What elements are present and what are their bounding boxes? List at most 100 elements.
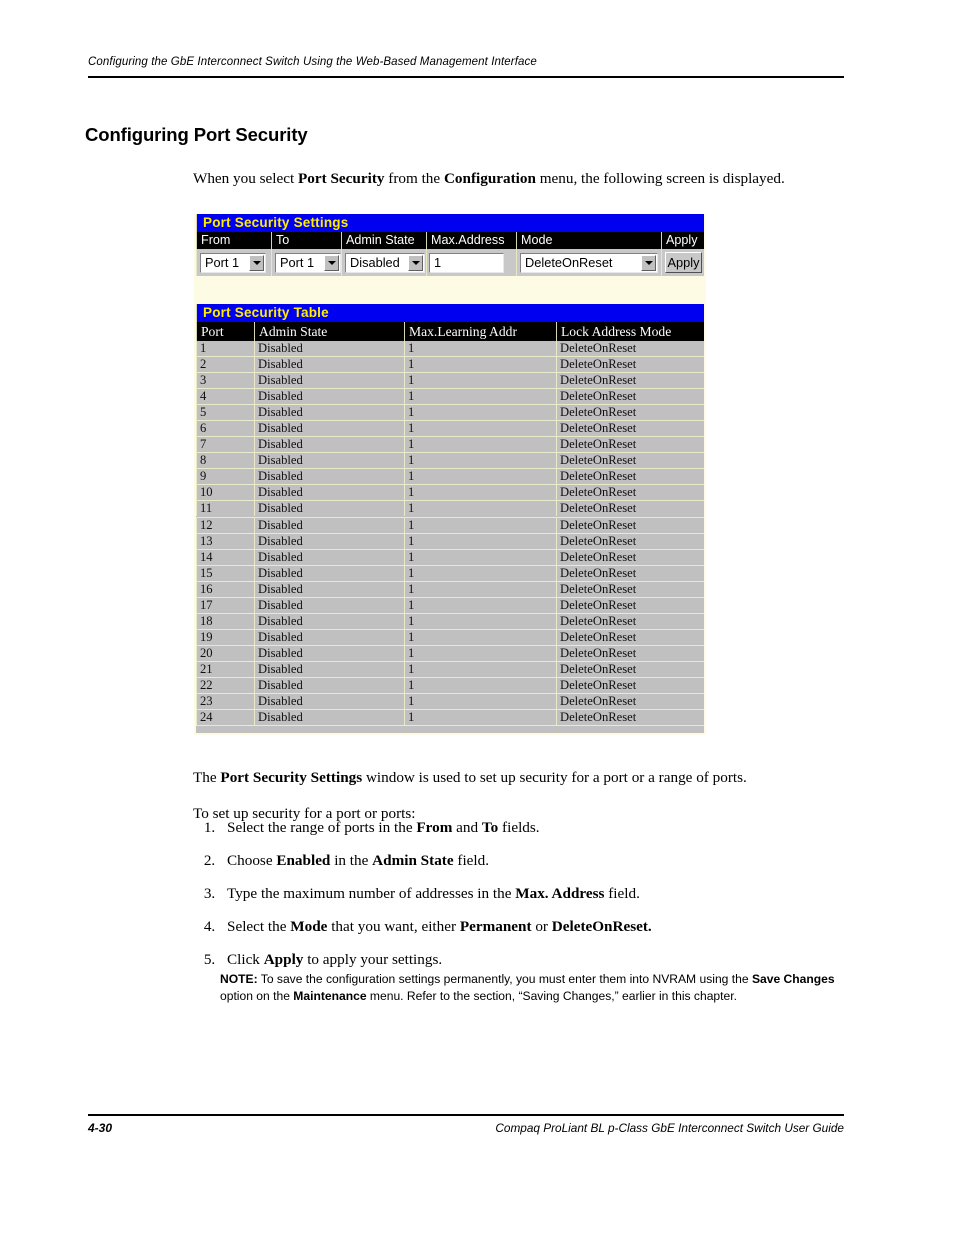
row-max-learning-addr: 1 xyxy=(404,565,556,581)
row-admin-state: Disabled xyxy=(254,501,404,517)
table-row: 22 Disabled 1 DeleteOnReset xyxy=(196,677,704,695)
table-body: 1 Disabled 1 DeleteOnReset 2 Disabled 1 DeleteO… xyxy=(196,341,704,727)
step-2-text-1: Choose xyxy=(227,852,277,869)
step-2-text-2: in the xyxy=(330,852,373,869)
settings-control-row: Port 1 Port 1 Disabled 1 DeleteOnReset A… xyxy=(196,249,704,276)
chevron-down-icon[interactable] xyxy=(408,254,423,271)
max-address-cell: 1 xyxy=(426,249,516,276)
note-text-3: menu. Refer to the section, “Saving Chan… xyxy=(366,988,737,1003)
mode-cell: DeleteOnReset xyxy=(516,249,661,276)
step-item: Click Apply to apply your settings. xyxy=(219,950,879,969)
intro-text-3: menu, the following screen is displayed. xyxy=(535,170,785,188)
settings-header-apply: Apply xyxy=(661,232,704,249)
row-max-learning-addr: 1 xyxy=(404,517,556,533)
row-admin-state: Disabled xyxy=(254,485,404,501)
table-row: 10 Disabled 1 DeleteOnReset xyxy=(196,485,704,502)
table-row: 16 Disabled 1 DeleteOnReset xyxy=(196,581,704,598)
row-admin-state: Disabled xyxy=(254,677,404,693)
settings-header-to: To xyxy=(271,232,341,249)
row-max-learning-addr: 1 xyxy=(404,694,556,710)
row-port: 22 xyxy=(196,677,254,693)
step-item: Select the range of ports in the From an… xyxy=(219,818,879,837)
note-bold-maintenance: Maintenance xyxy=(293,988,367,1003)
row-lock-address-mode: DeleteOnReset xyxy=(556,565,704,581)
table-row: 19 Disabled 1 DeleteOnReset xyxy=(196,629,704,646)
chevron-down-icon[interactable] xyxy=(324,254,339,271)
row-port: 1 xyxy=(196,341,254,356)
row-max-learning-addr: 1 xyxy=(404,581,556,597)
row-max-learning-addr: 1 xyxy=(404,661,556,677)
to-cell: Port 1 xyxy=(271,249,341,276)
row-max-learning-addr: 1 xyxy=(404,710,556,726)
row-lock-address-mode: DeleteOnReset xyxy=(556,405,704,421)
mode-select[interactable]: DeleteOnReset xyxy=(520,252,658,273)
row-max-learning-addr: 1 xyxy=(404,597,556,613)
row-port: 12 xyxy=(196,517,254,533)
table-row: 4 Disabled 1 DeleteOnReset xyxy=(196,389,704,406)
row-lock-address-mode: DeleteOnReset xyxy=(556,661,704,677)
admin-state-select[interactable]: Disabled xyxy=(345,252,425,273)
row-max-learning-addr: 1 xyxy=(404,469,556,485)
intro-text-2: from the xyxy=(384,170,444,188)
table-row: 7 Disabled 1 DeleteOnReset xyxy=(196,437,704,454)
row-admin-state: Disabled xyxy=(254,710,404,726)
footer-rule xyxy=(88,1114,844,1116)
row-max-learning-addr: 1 xyxy=(404,453,556,469)
table-row: 17 Disabled 1 DeleteOnReset xyxy=(196,597,704,614)
table-header-admin-state: Admin State xyxy=(254,322,404,341)
row-port: 9 xyxy=(196,469,254,485)
table-row: 20 Disabled 1 DeleteOnReset xyxy=(196,645,704,662)
table-row: 18 Disabled 1 DeleteOnReset xyxy=(196,613,704,630)
row-max-learning-addr: 1 xyxy=(404,373,556,389)
row-port: 6 xyxy=(196,421,254,437)
chevron-down-icon[interactable] xyxy=(249,254,264,271)
row-lock-address-mode: DeleteOnReset xyxy=(556,421,704,437)
table-row: 14 Disabled 1 DeleteOnReset xyxy=(196,549,704,566)
para1-text-1: The xyxy=(193,769,221,787)
apply-cell: Apply xyxy=(661,249,704,276)
row-lock-address-mode: DeleteOnReset xyxy=(556,485,704,501)
row-port: 14 xyxy=(196,549,254,565)
row-port: 20 xyxy=(196,645,254,661)
chevron-down-icon[interactable] xyxy=(641,254,656,271)
row-port: 15 xyxy=(196,565,254,581)
step-2-bold-1: Enabled xyxy=(276,852,331,869)
step-4-bold-1: Mode xyxy=(290,918,328,935)
row-lock-address-mode: DeleteOnReset xyxy=(556,533,704,549)
row-admin-state: Disabled xyxy=(254,645,404,661)
step-4-text-3: or xyxy=(531,918,552,935)
settings-header-from: From xyxy=(196,232,271,249)
row-admin-state: Disabled xyxy=(254,581,404,597)
from-select-value: Port 1 xyxy=(205,255,240,270)
settings-title-bar: Port Security Settings xyxy=(196,214,704,232)
step-4-text-1: Select the xyxy=(227,918,291,935)
row-admin-state: Disabled xyxy=(254,341,404,356)
max-address-input[interactable]: 1 xyxy=(429,252,504,273)
row-port: 8 xyxy=(196,453,254,469)
note-bold-save-changes: Save Changes xyxy=(751,972,835,986)
row-lock-address-mode: DeleteOnReset xyxy=(556,517,704,533)
row-max-learning-addr: 1 xyxy=(404,437,556,453)
settings-header-admin-state: Admin State xyxy=(341,232,426,249)
row-port: 5 xyxy=(196,405,254,421)
row-admin-state: Disabled xyxy=(254,469,404,485)
row-max-learning-addr: 1 xyxy=(404,501,556,517)
table-row: 21 Disabled 1 DeleteOnReset xyxy=(196,661,704,678)
para1-bold-settings: Port Security Settings xyxy=(220,769,363,787)
row-max-learning-addr: 1 xyxy=(404,645,556,661)
row-port: 21 xyxy=(196,661,254,677)
row-port: 23 xyxy=(196,694,254,710)
row-admin-state: Disabled xyxy=(254,437,404,453)
apply-button[interactable]: Apply xyxy=(665,252,702,273)
to-select[interactable]: Port 1 xyxy=(275,252,341,273)
row-lock-address-mode: DeleteOnReset xyxy=(556,437,704,453)
from-select[interactable]: Port 1 xyxy=(200,252,266,273)
row-lock-address-mode: DeleteOnReset xyxy=(556,629,704,645)
step-1-bold-2: To xyxy=(481,819,499,836)
row-lock-address-mode: DeleteOnReset xyxy=(556,581,704,597)
step-4-bold-3: DeleteOnReset. xyxy=(551,918,652,935)
settings-panel-filler xyxy=(196,276,704,298)
row-lock-address-mode: DeleteOnReset xyxy=(556,373,704,389)
step-1-text-2: and xyxy=(452,819,482,836)
document-page: Configuring the GbE Interconnect Switch … xyxy=(0,0,954,1235)
